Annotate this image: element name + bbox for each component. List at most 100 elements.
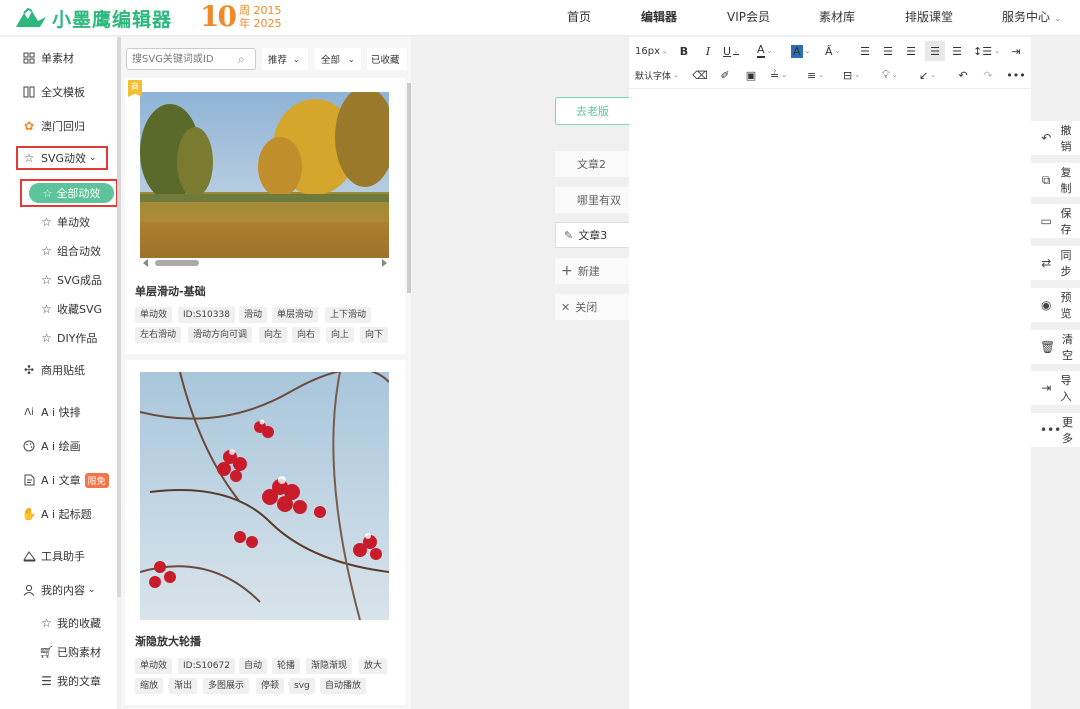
card-tag[interactable]: 左右滑动 — [135, 327, 182, 343]
sidebar-item-ai-title[interactable]: ✋ A i 起标题 — [22, 504, 92, 524]
nav-service[interactable]: 服务中心 ⌄ — [1002, 0, 1062, 36]
nav-materials[interactable]: 素材库 — [819, 0, 855, 36]
card-tag[interactable]: 单动效 — [135, 658, 173, 674]
article-tab-nali[interactable]: 哪里有双 — [555, 187, 629, 213]
search-icon[interactable]: ⌕ — [238, 52, 245, 67]
nav-course[interactable]: 排版课堂 — [905, 0, 953, 36]
nav-vip[interactable]: VIP会员 — [727, 0, 770, 36]
nav-editor[interactable]: 编辑器 — [641, 0, 677, 36]
align-justify-icon[interactable]: ☰ — [925, 41, 945, 61]
align-right-icon[interactable]: ☰ — [904, 43, 918, 59]
card-tag[interactable]: 放大 — [359, 658, 388, 674]
card-tag[interactable]: 向左 — [259, 327, 288, 343]
card-tag[interactable]: 滑动方向可调 — [188, 327, 253, 343]
indent-icon[interactable]: ☰ — [950, 43, 964, 59]
sidebar-item-ai-layout[interactable]: Λi A i 快排 — [22, 402, 80, 422]
import-icon[interactable]: ⇥ — [1009, 43, 1023, 59]
image-icon[interactable]: ▣ — [743, 67, 759, 83]
font-effect-icon[interactable]: A̋ ⌄ — [825, 43, 840, 59]
article-tab-3[interactable]: ✎ 文章3 — [555, 222, 629, 248]
card-tag[interactable]: svg — [289, 678, 315, 694]
sidebar-item-tools[interactable]: 工具助手 — [22, 546, 85, 566]
more-icon[interactable]: ••• — [1006, 67, 1025, 83]
sort-dropdown[interactable]: 推荐 ⌄ — [262, 48, 308, 70]
svg-sub-diy[interactable]: ☆ DIY作品 — [40, 328, 97, 348]
sidebar-item-ai-drawing[interactable]: A i 绘画 — [22, 436, 81, 456]
import-button[interactable]: ⇥ 导入 — [1031, 371, 1080, 405]
sidebar-item-full-template[interactable]: 全文模板 — [22, 82, 85, 102]
card-tag[interactable]: 自动播放 — [320, 678, 367, 694]
align-left-icon[interactable]: ☰ — [858, 43, 872, 59]
more-button[interactable]: ••• 更多 — [1031, 413, 1080, 447]
format-brush-icon[interactable]: ✐ — [718, 67, 732, 83]
logo[interactable]: 小墨鹰编辑器 — [14, 4, 172, 32]
new-article-button[interactable]: + 新建 — [555, 258, 629, 284]
card-tag[interactable]: 上下滑动 — [325, 307, 372, 323]
card-tag[interactable]: 多图展示 — [203, 678, 250, 694]
background-color-icon[interactable]: A ⌄ — [791, 43, 810, 59]
collected-filter[interactable]: 已收藏 — [367, 48, 407, 70]
redo-icon[interactable]: ↷ — [981, 67, 995, 83]
svg-sub-single[interactable]: ☆ 单动效 — [40, 212, 90, 232]
bold-icon[interactable]: B — [677, 43, 691, 59]
preview-button[interactable]: ◉ 预览 — [1031, 288, 1080, 322]
sidebar-item-single-material[interactable]: 单素材 — [22, 48, 74, 68]
image-scrollbar[interactable] — [141, 258, 389, 268]
line-height-icon[interactable]: ↕☰ ⌄ — [973, 43, 1000, 59]
svg-sub-collected[interactable]: ☆ 收藏SVG — [40, 299, 102, 319]
sync-button[interactable]: ⇄ 同步 — [1031, 246, 1080, 280]
card-tag[interactable]: 单动效 — [135, 307, 173, 323]
card-tag[interactable]: ID:S10672 — [178, 658, 235, 674]
font-family-dropdown[interactable]: 默认字体 ⌄ — [635, 67, 679, 83]
svg-sub-combo[interactable]: ☆ 组合动效 — [40, 241, 101, 261]
sidebar-item-stickers[interactable]: ✣ 商用贴纸 — [22, 360, 85, 380]
material-card[interactable]: 渐隐放大轮播 单动效 ID:S10672 自动 轮播 渐隐渐现 放大 缩放 渐出… — [125, 360, 405, 705]
material-scrollbar[interactable] — [407, 83, 411, 293]
card-tag[interactable]: 滑动 — [239, 307, 268, 323]
editor-canvas[interactable] — [629, 37, 1031, 709]
spacing-icon[interactable]: ≡ ⌄ — [807, 67, 824, 83]
arrow-icon[interactable]: ↙ ⌄ — [919, 67, 936, 83]
copy-button[interactable]: ⧉ 复制 — [1031, 163, 1080, 197]
sidebar-item-svg-effects[interactable]: ☆ SVG动效 ⌄ — [22, 148, 97, 168]
divider-icon[interactable]: ≟ ⌄ — [770, 67, 787, 83]
card-tag[interactable]: 轮播 — [272, 658, 301, 674]
clear-button[interactable]: 🗑︎ 清空 — [1031, 330, 1080, 364]
sidebar-item-my-content[interactable]: 我的内容 ⌄ — [22, 580, 96, 600]
sidebar-item-macau[interactable]: ✿ 澳门回归 — [22, 116, 85, 136]
card-image-berries[interactable] — [140, 372, 389, 620]
card-tag[interactable]: 向右 — [292, 327, 321, 343]
card-tag[interactable]: 缩放 — [135, 678, 164, 694]
undo-button[interactable]: ↶ 撤销 — [1031, 121, 1080, 155]
font-color-icon[interactable]: A ⌄ — [757, 43, 772, 59]
material-card[interactable]: 单层滑动-基础 单动效 ID:S10338 滑动 单层滑动 上下滑动 左右滑动 … — [125, 78, 405, 354]
align-center-icon[interactable]: ☰ — [881, 43, 895, 59]
card-tag[interactable]: 单层滑动 — [272, 307, 319, 323]
underline-icon[interactable]: U ⌄ — [723, 43, 739, 59]
svg-sub-all-effects[interactable]: ☆ 全部动效 — [29, 183, 114, 203]
article-tab-2[interactable]: 文章2 — [555, 151, 629, 177]
sidebar-item-ai-article[interactable]: A i 文章 限免 — [22, 470, 109, 490]
card-tag[interactable]: 向上 — [326, 327, 355, 343]
search-input[interactable] — [126, 48, 256, 70]
nav-home[interactable]: 首页 — [567, 0, 591, 36]
my-sub-favorites[interactable]: ☆ 我的收藏 — [40, 613, 101, 633]
card-tag[interactable]: 向下 — [360, 327, 389, 343]
card-tag[interactable]: 渐出 — [169, 678, 198, 694]
undo-icon[interactable]: ↶ — [956, 67, 970, 83]
lightbulb-icon[interactable]: 💡︎ ⌄ — [882, 67, 898, 83]
card-tag[interactable]: 渐隐渐现 — [306, 658, 353, 674]
card-tag[interactable]: ID:S10338 — [178, 307, 235, 323]
svg-sub-finished[interactable]: ☆ SVG成品 — [40, 270, 102, 290]
category-dropdown[interactable]: 全部 ⌄ — [315, 48, 361, 70]
card-tag[interactable]: 停顿 — [256, 678, 285, 694]
save-button[interactable]: ▭ 保存 — [1031, 204, 1080, 238]
old-version-button[interactable]: 去老版 — [555, 97, 629, 125]
eraser-icon[interactable]: ⌫ — [692, 67, 708, 83]
card-tag[interactable]: 自动 — [239, 658, 268, 674]
card-image-autumn[interactable] — [140, 92, 389, 258]
close-article-button[interactable]: ✕ 关闭 — [555, 294, 629, 320]
my-sub-articles[interactable]: ☰ 我的文章 — [40, 671, 101, 691]
margin-icon[interactable]: ⊟ ⌄ — [843, 67, 860, 83]
card-title[interactable]: 渐隐放大轮播 — [135, 633, 201, 649]
